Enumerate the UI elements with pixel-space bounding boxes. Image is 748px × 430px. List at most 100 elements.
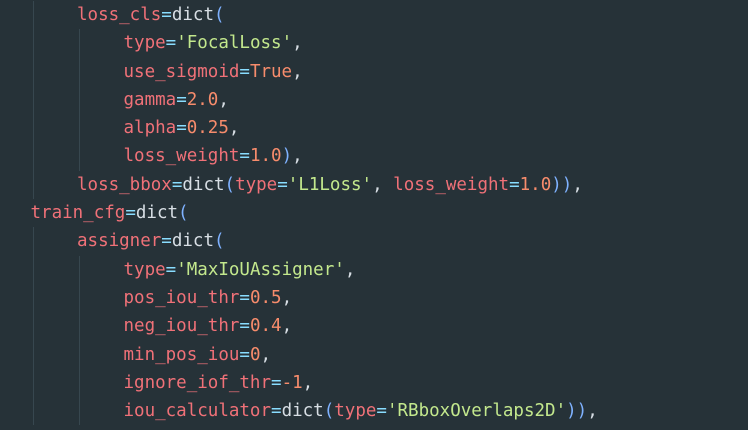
indent-guide xyxy=(32,283,34,313)
code-line[interactable]: loss_bbox=dict(type='L1Loss', loss_weigh… xyxy=(0,170,748,200)
indent-guide xyxy=(32,397,34,426)
function-name: dict xyxy=(135,203,179,224)
operator: = xyxy=(161,231,172,252)
indent-guide xyxy=(32,170,34,200)
code-line[interactable]: loss_cls=dict( xyxy=(0,1,748,30)
function-name: dict xyxy=(171,5,214,25)
indent-guide xyxy=(32,255,34,284)
keyword-arg: min_pos_iou xyxy=(123,344,240,365)
indent-guide xyxy=(79,57,80,86)
code-line[interactable]: min_pos_iou=0, xyxy=(0,340,748,369)
indent-guide xyxy=(32,312,34,341)
keyword-arg: loss_cls xyxy=(77,5,162,25)
indent-guide xyxy=(32,57,34,86)
code-line[interactable]: assigner=dict( xyxy=(0,227,748,256)
keyword-arg: type xyxy=(235,174,278,195)
operator: = xyxy=(271,401,282,422)
bracket: ( xyxy=(178,203,189,224)
code-line[interactable]: gamma=2.0, xyxy=(0,85,748,115)
punctuation: , xyxy=(572,174,583,195)
string-quote: ' xyxy=(281,33,293,54)
indent-guide xyxy=(32,368,34,398)
operator: = xyxy=(125,203,136,224)
bracket: )) xyxy=(551,174,573,195)
code-line[interactable]: use_sigmoid=True, xyxy=(0,57,748,86)
code-line[interactable]: neg_iou_thr=0.4, xyxy=(0,312,748,341)
indent-guide xyxy=(79,255,80,284)
keyword-arg: type xyxy=(123,33,166,54)
indent-guide xyxy=(79,283,80,313)
operator: = xyxy=(271,372,282,393)
indent-guide xyxy=(32,227,34,256)
code-lines: loss_cls=dict(type='FocalLoss', use_sigmo… xyxy=(0,1,748,426)
indent-guide xyxy=(32,340,34,369)
punctuation: , xyxy=(228,118,240,139)
punctuation: , xyxy=(344,259,356,280)
bracket: )) xyxy=(566,401,588,422)
bracket: ( xyxy=(323,401,335,422)
code-line[interactable]: pos_iou_thr=0.5, xyxy=(0,283,748,313)
code-line[interactable]: iou_calculator=dict(type='RBboxOverlaps2… xyxy=(0,397,748,426)
number-literal: 2.0 xyxy=(186,89,219,110)
keyword-arg: loss_weight xyxy=(393,174,510,195)
punctuation: , xyxy=(292,146,303,167)
string-quote: ' xyxy=(361,174,373,195)
bracket: ( xyxy=(224,174,236,195)
punctuation: , xyxy=(372,174,394,195)
operator: = xyxy=(165,259,177,280)
operator: = xyxy=(176,89,187,110)
code-line[interactable]: loss_weight=1.0), xyxy=(0,142,748,171)
boolean-literal: True xyxy=(249,61,293,82)
number-literal: 1.0 xyxy=(249,146,282,167)
function-name: dict xyxy=(171,231,214,252)
keyword-arg: loss_bbox xyxy=(77,174,172,195)
keyword-arg: use_sigmoid xyxy=(123,61,240,82)
indent-guide xyxy=(79,340,80,369)
keyword-arg: loss_weight xyxy=(123,146,240,167)
keyword-arg: neg_iou_thr xyxy=(123,316,240,337)
code-line[interactable]: alpha=0.25, xyxy=(0,114,748,143)
keyword-arg: gamma xyxy=(123,89,177,110)
keyword-arg: alpha xyxy=(123,118,177,139)
operator: = xyxy=(509,174,520,195)
code-editor[interactable]: loss_cls=dict(type='FocalLoss', use_sigmo… xyxy=(0,0,748,430)
operator: = xyxy=(239,287,250,308)
indent-guide xyxy=(79,312,80,341)
code-line[interactable]: type='MaxIoUAssigner', xyxy=(0,255,748,284)
punctuation: , xyxy=(281,287,293,308)
bracket: ( xyxy=(214,5,225,25)
keyword-arg: iou_calculator xyxy=(123,401,272,422)
string-quote: ' xyxy=(287,174,299,195)
operator: = xyxy=(165,33,177,54)
operator: = xyxy=(176,118,187,139)
number-literal: 1.0 xyxy=(519,174,552,195)
keyword-arg: type xyxy=(334,401,377,422)
function-name: dict xyxy=(182,174,225,195)
indent-guide xyxy=(32,114,34,143)
indent-guide xyxy=(79,114,80,143)
bracket: ) xyxy=(281,146,293,167)
code-line[interactable]: ignore_iof_thr=-1, xyxy=(0,368,748,398)
indent-guide xyxy=(32,29,34,58)
indent-guide xyxy=(79,85,80,115)
string-quote: ' xyxy=(176,33,187,54)
punctuation: , xyxy=(292,33,303,54)
keyword-arg: train_cfg xyxy=(30,203,126,224)
string-quote: ' xyxy=(555,401,567,422)
indent-guide xyxy=(79,142,80,171)
punctuation: , xyxy=(281,316,293,337)
operator: = xyxy=(376,401,387,422)
number-literal: 0.25 xyxy=(186,118,229,139)
string-literal: MaxIoUAssigner xyxy=(186,259,335,280)
operator: = xyxy=(277,174,288,195)
number-literal: 0 xyxy=(249,344,261,365)
string-quote: ' xyxy=(386,401,398,422)
indent-guide xyxy=(32,1,34,30)
punctuation: , xyxy=(587,401,598,422)
number-literal: 0.4 xyxy=(249,316,282,337)
indent-guide xyxy=(32,142,34,171)
string-literal: RBboxOverlaps2D xyxy=(397,401,556,422)
code-line[interactable]: type='FocalLoss', xyxy=(0,29,748,58)
code-line[interactable]: train_cfg=dict( xyxy=(0,199,748,227)
punctuation: , xyxy=(260,344,272,365)
